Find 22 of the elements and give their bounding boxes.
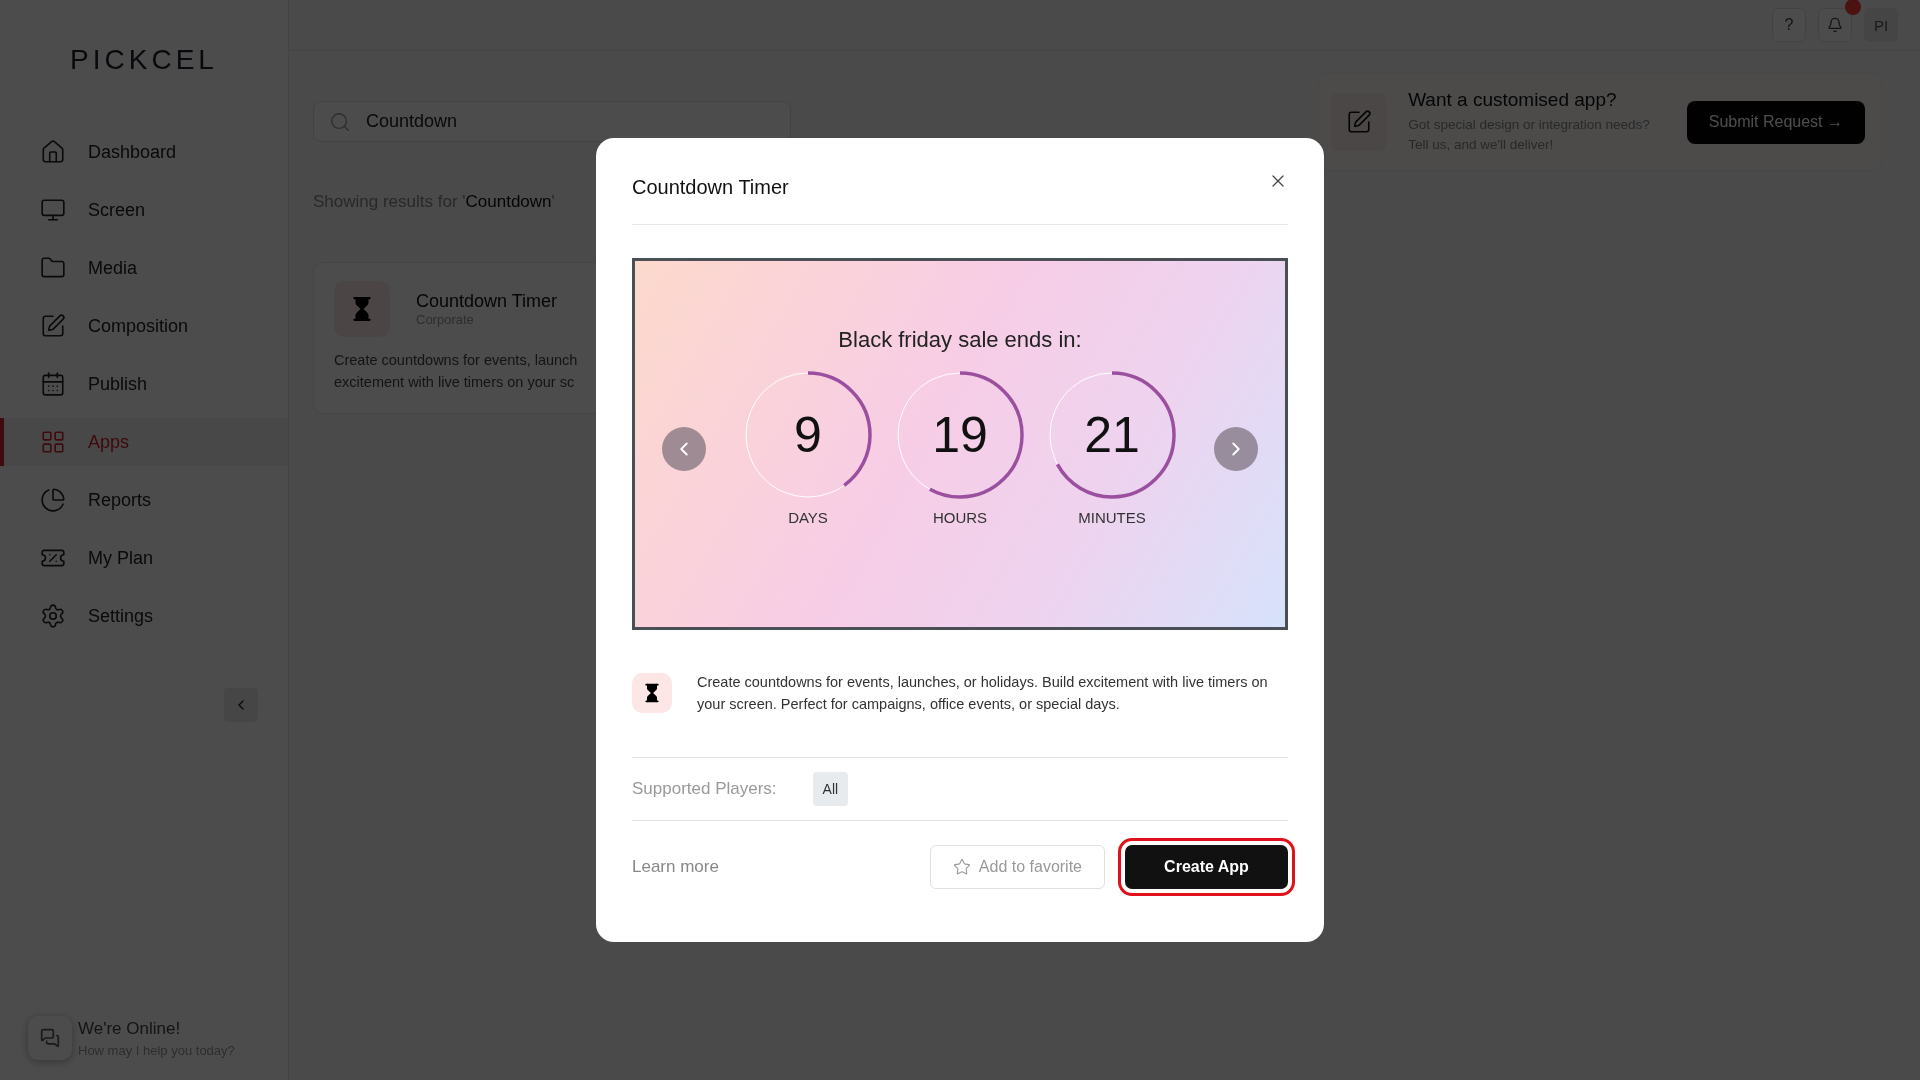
modal-title: Countdown Timer bbox=[632, 175, 789, 199]
preview-heading: Black friday sale ends in: bbox=[838, 327, 1082, 353]
supported-players-label: Supported Players: bbox=[632, 779, 777, 799]
countdown-value: 21 bbox=[1084, 410, 1140, 460]
promo-title: Want a customised app? bbox=[1408, 89, 1618, 111]
previous-button[interactable] bbox=[662, 426, 706, 471]
app-description: Create countdowns for events, launch bbox=[334, 351, 579, 370]
countdown-value: 19 bbox=[932, 410, 988, 460]
hourglass-icon bbox=[632, 673, 672, 713]
unit-label: MINUTES bbox=[1078, 509, 1146, 526]
chat-title: We're Online! bbox=[78, 1018, 182, 1039]
next-button[interactable] bbox=[1214, 426, 1258, 471]
countdown-value: 9 bbox=[794, 410, 822, 460]
star-icon bbox=[952, 858, 971, 876]
app-title: Countdown Timer bbox=[416, 291, 558, 312]
add-to-favorite-button[interactable]: Add to favorite bbox=[929, 845, 1105, 889]
unit-label: DAYS bbox=[788, 509, 828, 526]
app-description: Create countdowns for events, launches, or holidays. Build excitement with live timers on your screen. Perfect for campaigns, office events, or special days. bbox=[697, 673, 1269, 714]
learn-more-link[interactable]: Learn more bbox=[632, 857, 719, 877]
player-tag: All bbox=[812, 772, 849, 806]
unit-label: HOURS bbox=[932, 509, 988, 526]
app-description: excitement with live timers on your sc bbox=[334, 373, 576, 392]
